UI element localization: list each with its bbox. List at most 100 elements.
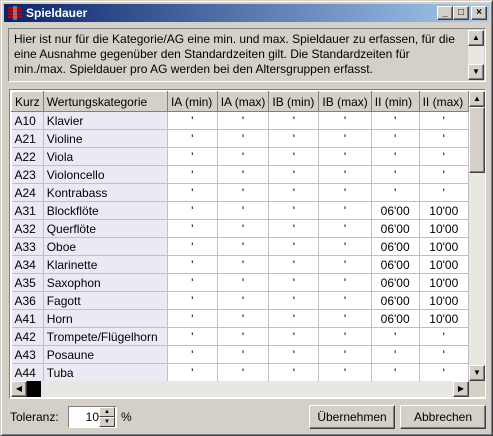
time-cell[interactable]: ': [217, 363, 270, 381]
time-cell[interactable]: 06'00: [371, 255, 420, 274]
column-header[interactable]: II (max): [418, 91, 469, 112]
time-cell[interactable]: 06'00: [371, 309, 420, 328]
time-cell[interactable]: ': [217, 309, 270, 328]
time-cell[interactable]: ': [268, 255, 320, 274]
time-cell[interactable]: ': [268, 201, 320, 220]
kurz-cell[interactable]: A32: [11, 219, 44, 238]
time-cell[interactable]: ': [268, 363, 320, 381]
time-cell[interactable]: ': [268, 111, 320, 130]
column-header[interactable]: II (min): [370, 91, 420, 112]
grid-scroll-right-button[interactable]: ▶: [453, 381, 469, 397]
time-cell[interactable]: ': [318, 255, 372, 274]
time-cell[interactable]: ': [371, 363, 420, 381]
time-cell[interactable]: ': [268, 327, 320, 346]
time-cell[interactable]: ': [318, 345, 372, 364]
kurz-cell[interactable]: A24: [11, 183, 44, 202]
time-cell[interactable]: ': [217, 237, 270, 256]
time-cell[interactable]: 06'00: [371, 201, 420, 220]
time-cell[interactable]: ': [419, 363, 469, 381]
time-cell[interactable]: ': [318, 183, 372, 202]
time-cell[interactable]: ': [167, 183, 218, 202]
time-cell[interactable]: ': [167, 363, 218, 381]
time-cell[interactable]: ': [167, 309, 218, 328]
time-cell[interactable]: ': [318, 111, 372, 130]
time-cell[interactable]: ': [268, 273, 320, 292]
horizontal-scrollbar[interactable]: ◀ ▶: [11, 381, 469, 397]
toleranz-value[interactable]: 10: [79, 410, 99, 424]
time-cell[interactable]: ': [217, 291, 270, 310]
time-cell[interactable]: ': [318, 309, 372, 328]
kategorie-cell[interactable]: Oboe: [43, 237, 168, 256]
abbrechen-button[interactable]: Abbrechen: [400, 405, 486, 429]
toleranz-decrement-button[interactable]: ▼: [99, 417, 115, 427]
time-cell[interactable]: ': [217, 111, 270, 130]
time-cell[interactable]: ': [318, 201, 372, 220]
close-button[interactable]: ×: [471, 6, 487, 20]
time-cell[interactable]: ': [318, 273, 372, 292]
time-cell[interactable]: 10'00: [419, 237, 469, 256]
time-cell[interactable]: ': [419, 327, 469, 346]
kurz-cell[interactable]: A35: [11, 273, 44, 292]
kurz-cell[interactable]: A10: [11, 111, 44, 130]
time-cell[interactable]: 06'00: [371, 291, 420, 310]
grid-scroll-left-button[interactable]: ◀: [11, 381, 27, 397]
table-row[interactable]: A34 Klarinette ' ' ' ' 06'00 10'00: [11, 255, 469, 274]
toleranz-spinbox[interactable]: 10 ▲ ▼: [68, 406, 117, 428]
time-cell[interactable]: 10'00: [419, 309, 469, 328]
info-scroll-down-button[interactable]: ▼: [468, 64, 484, 80]
kategorie-cell[interactable]: Trompete/Flügelhorn: [43, 327, 168, 346]
time-cell[interactable]: ': [167, 147, 218, 166]
column-header[interactable]: IB (max): [318, 91, 372, 112]
time-cell[interactable]: ': [371, 183, 420, 202]
time-cell[interactable]: ': [167, 237, 218, 256]
kurz-cell[interactable]: A36: [11, 291, 44, 310]
kategorie-cell[interactable]: Klarinette: [43, 255, 168, 274]
kategorie-cell[interactable]: Tuba: [43, 363, 168, 381]
table-row[interactable]: A41 Horn ' ' ' ' 06'00 10'00: [11, 309, 469, 328]
kategorie-cell[interactable]: Fagott: [43, 291, 168, 310]
time-cell[interactable]: ': [167, 345, 218, 364]
time-cell[interactable]: ': [268, 165, 320, 184]
time-cell[interactable]: ': [268, 129, 320, 148]
time-cell[interactable]: ': [419, 147, 469, 166]
table-row[interactable]: A44 Tuba ' ' ' ' ' ': [11, 363, 469, 381]
kurz-cell[interactable]: A23: [11, 165, 44, 184]
table-row[interactable]: A22 Viola ' ' ' ' ' ': [11, 147, 469, 166]
time-cell[interactable]: ': [371, 111, 420, 130]
kurz-cell[interactable]: A31: [11, 201, 44, 220]
table-row[interactable]: A43 Posaune ' ' ' ' ' ': [11, 345, 469, 364]
time-cell[interactable]: ': [167, 291, 218, 310]
time-cell[interactable]: 06'00: [371, 237, 420, 256]
table-row[interactable]: A33 Oboe ' ' ' ' 06'00 10'00: [11, 237, 469, 256]
time-cell[interactable]: ': [167, 111, 218, 130]
kategorie-cell[interactable]: Kontrabass: [43, 183, 168, 202]
kurz-cell[interactable]: A42: [11, 327, 44, 346]
time-cell[interactable]: 06'00: [371, 219, 420, 238]
time-cell[interactable]: ': [419, 345, 469, 364]
column-header[interactable]: IA (min): [166, 91, 218, 112]
time-cell[interactable]: ': [268, 237, 320, 256]
kategorie-cell[interactable]: Blockflöte: [43, 201, 168, 220]
time-cell[interactable]: 10'00: [419, 291, 469, 310]
horizontal-scroll-thumb[interactable]: [27, 381, 41, 397]
time-cell[interactable]: 10'00: [419, 201, 469, 220]
kategorie-cell[interactable]: Posaune: [43, 345, 168, 364]
toleranz-increment-button[interactable]: ▲: [99, 407, 115, 417]
kategorie-cell[interactable]: Viola: [43, 147, 168, 166]
info-textbox[interactable]: Hier ist nur für die Kategorie/AG eine m…: [8, 28, 486, 82]
time-cell[interactable]: ': [217, 273, 270, 292]
kategorie-cell[interactable]: Saxophon: [43, 273, 168, 292]
time-cell[interactable]: ': [371, 147, 420, 166]
time-cell[interactable]: ': [167, 201, 218, 220]
time-cell[interactable]: ': [419, 129, 469, 148]
time-cell[interactable]: ': [318, 363, 372, 381]
time-cell[interactable]: ': [217, 219, 270, 238]
time-cell[interactable]: 10'00: [419, 219, 469, 238]
time-cell[interactable]: ': [167, 273, 218, 292]
table-row[interactable]: A21 Violine ' ' ' ' ' ': [11, 129, 469, 148]
grid-scroll-up-button[interactable]: ▲: [469, 91, 485, 107]
kurz-cell[interactable]: A44: [11, 363, 44, 381]
time-cell[interactable]: ': [371, 129, 420, 148]
vertical-scroll-thumb[interactable]: [469, 107, 485, 173]
time-cell[interactable]: ': [419, 111, 469, 130]
